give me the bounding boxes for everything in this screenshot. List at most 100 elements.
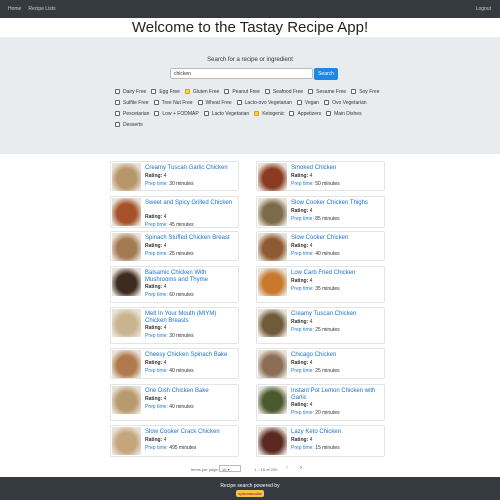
recipe-card[interactable]: Creamy Tuscan Garlic Chicken Rating: 4 Pre… bbox=[110, 161, 239, 191]
recipe-card[interactable]: Lazy Keto Chicken Rating: 4 Prep time: 15 … bbox=[256, 425, 385, 457]
filter-checkbox[interactable] bbox=[264, 89, 270, 94]
nav-recipe-lists-link[interactable]: Recipe Lists bbox=[28, 6, 55, 12]
recipe-rating: Rating: 4 bbox=[145, 243, 166, 249]
filter-option[interactable]: Ovo Vegetarian bbox=[324, 100, 367, 106]
filter-option[interactable]: Gluten Free bbox=[184, 89, 219, 95]
recipe-title-link[interactable]: One Dish Chicken Bake bbox=[145, 388, 237, 395]
recipe-image[interactable] bbox=[258, 163, 287, 191]
previous-page-button[interactable]: ‹ bbox=[286, 465, 288, 471]
filter-checkbox[interactable] bbox=[351, 89, 357, 94]
recipe-card[interactable]: Slow Cooker Chicken Rating: 4 Prep time: 4… bbox=[256, 231, 385, 261]
recipe-image[interactable] bbox=[112, 268, 141, 296]
recipe-image[interactable] bbox=[258, 309, 287, 337]
filter-option[interactable]: Lacto Vegetarian bbox=[203, 111, 249, 117]
recipe-image[interactable] bbox=[112, 309, 141, 337]
recipe-title-link[interactable]: Slow Cooker Crack Chicken bbox=[145, 429, 237, 436]
recipe-card[interactable]: Cheesy Chicken Spinach Bake Rating: 4 Prep… bbox=[110, 348, 239, 379]
recipe-title-link[interactable]: Melt In Your Mouth (MIYM) Chicken Breast… bbox=[145, 311, 237, 325]
filter-checkbox[interactable] bbox=[326, 111, 332, 116]
recipe-card[interactable]: Spinach Stuffed Chicken Breast Rating: 4 P… bbox=[110, 231, 239, 261]
filter-option[interactable]: Pescetarian bbox=[115, 111, 149, 117]
filter-option[interactable]: Sulfite Free bbox=[115, 100, 149, 106]
recipe-title-link[interactable]: Instant Pot Lemon Chicken with Garlic bbox=[291, 388, 383, 402]
recipe-title-link[interactable]: Creamy Tuscan Garlic Chicken bbox=[145, 165, 237, 172]
recipe-image[interactable] bbox=[112, 386, 141, 414]
filter-option[interactable]: Dairy Free bbox=[115, 89, 146, 95]
recipe-image[interactable] bbox=[112, 198, 141, 226]
filter-checkbox[interactable] bbox=[115, 111, 120, 116]
recipe-title-link[interactable]: Lazy Keto Chicken bbox=[291, 429, 383, 436]
filter-checkbox[interactable] bbox=[324, 100, 330, 105]
recipe-card[interactable]: Sweet and Spicy Grilled Chicken Rating: 4… bbox=[110, 196, 239, 228]
filter-checkbox[interactable] bbox=[115, 89, 120, 94]
recipe-card[interactable]: Creamy Tuscan Chicken Rating: 4 Prep time:… bbox=[256, 307, 385, 344]
recipe-title-link[interactable]: Smoked Chicken bbox=[291, 165, 383, 172]
recipe-card[interactable]: Low Carb Fried Chicken Rating: 4 Prep time… bbox=[256, 266, 385, 303]
recipe-image[interactable] bbox=[112, 350, 141, 378]
items-per-page-select[interactable]: 16 ▾ bbox=[219, 465, 241, 472]
recipe-title-link[interactable]: Sweet and Spicy Grilled Chicken bbox=[145, 200, 237, 207]
recipe-card[interactable]: Balsamic Chicken With Mushrooms and Thym… bbox=[110, 266, 239, 303]
filter-checkbox[interactable] bbox=[115, 100, 120, 105]
recipe-image[interactable] bbox=[258, 427, 287, 455]
filter-checkbox[interactable] bbox=[289, 111, 295, 116]
filter-option[interactable]: Tree Nut Free bbox=[153, 100, 193, 106]
recipe-image[interactable] bbox=[258, 198, 287, 226]
filter-option[interactable]: Lacto-ovo Vegetarian bbox=[236, 99, 292, 106]
filter-option[interactable]: Sesame Free bbox=[308, 89, 346, 95]
recipe-title-link[interactable]: Balsamic Chicken With Mushrooms and Thym… bbox=[145, 270, 237, 284]
filter-option[interactable]: Low + FODMAP bbox=[154, 111, 199, 117]
filter-option[interactable]: Ketogenic bbox=[254, 111, 284, 117]
filter-option[interactable]: Wheat Free bbox=[197, 100, 232, 106]
filter-option[interactable]: Soy Free bbox=[351, 89, 379, 95]
recipe-title-link[interactable]: Chicago Chicken bbox=[291, 352, 383, 359]
filter-option[interactable]: Vegan bbox=[296, 100, 319, 106]
filter-label: Lacto-ovo Vegetarian bbox=[244, 99, 292, 106]
recipe-card[interactable]: Slow Cooker Chicken Thighs Rating: 4 Prep … bbox=[256, 196, 385, 228]
logout-link[interactable]: Logout bbox=[476, 6, 491, 12]
recipe-title-link[interactable]: Slow Cooker Chicken Thighs bbox=[291, 200, 383, 207]
recipe-card[interactable]: Chicago Chicken Rating: 4 Prep time: 25 mi… bbox=[256, 348, 385, 379]
filter-checkbox[interactable] bbox=[197, 100, 203, 105]
filter-checkbox[interactable] bbox=[115, 122, 120, 127]
filter-option[interactable]: Main Dishes bbox=[326, 111, 362, 117]
recipe-title-link[interactable]: Spinach Stuffed Chicken Breast bbox=[145, 235, 237, 242]
filter-checkbox[interactable] bbox=[153, 100, 159, 105]
filter-option[interactable]: Seafood Free bbox=[264, 89, 303, 95]
filter-option[interactable]: Appetizers bbox=[289, 111, 321, 117]
filter-option[interactable]: Peanut Free bbox=[224, 89, 260, 95]
recipe-image[interactable] bbox=[258, 233, 287, 261]
recipe-image[interactable] bbox=[112, 163, 141, 191]
filter-checkbox[interactable] bbox=[224, 89, 230, 94]
recipe-card[interactable]: Smoked Chicken Rating: 4 Prep time: 50 min… bbox=[256, 161, 385, 191]
prep-time-value: 60 minutes bbox=[169, 292, 194, 298]
recipe-card[interactable]: One Dish Chicken Bake Rating: 4 Prep time:… bbox=[110, 384, 239, 421]
recipe-title-link[interactable]: Slow Cooker Chicken bbox=[291, 235, 383, 242]
recipe-title-link[interactable]: Cheesy Chicken Spinach Bake bbox=[145, 352, 237, 359]
filter-option[interactable]: Egg Free bbox=[151, 89, 180, 95]
recipe-image[interactable] bbox=[258, 350, 287, 378]
recipe-image[interactable] bbox=[112, 427, 141, 455]
filter-checkbox[interactable] bbox=[203, 111, 209, 116]
recipe-title-link[interactable]: Creamy Tuscan Chicken bbox=[291, 311, 383, 318]
recipe-card[interactable]: Instant Pot Lemon Chicken with Garlic Rat… bbox=[256, 384, 385, 421]
filter-checkbox[interactable] bbox=[308, 89, 314, 94]
filter-checkbox[interactable] bbox=[254, 111, 260, 116]
recipe-image[interactable] bbox=[112, 233, 141, 261]
next-page-button[interactable]: › bbox=[300, 465, 302, 471]
filter-checkbox[interactable] bbox=[296, 100, 302, 105]
filter-checkbox[interactable] bbox=[184, 89, 190, 94]
search-button[interactable]: Search bbox=[314, 68, 338, 80]
spoonacular-logo[interactable]: spoonacular bbox=[236, 490, 264, 497]
recipe-image[interactable] bbox=[258, 268, 287, 296]
filter-checkbox[interactable] bbox=[151, 89, 157, 94]
filter-checkbox[interactable] bbox=[154, 111, 160, 116]
nav-home-link[interactable]: Home bbox=[8, 6, 21, 12]
recipe-title-link[interactable]: Low Carb Fried Chicken bbox=[291, 270, 383, 277]
filter-checkbox[interactable] bbox=[236, 100, 242, 105]
search-input[interactable] bbox=[170, 68, 313, 79]
recipe-card[interactable]: Slow Cooker Crack Chicken Rating: 4 Prep t… bbox=[110, 425, 239, 457]
recipe-image[interactable] bbox=[258, 386, 287, 414]
recipe-card[interactable]: Melt In Your Mouth (MIYM) Chicken Breast… bbox=[110, 307, 239, 344]
filter-option[interactable]: Desserts bbox=[115, 122, 143, 128]
